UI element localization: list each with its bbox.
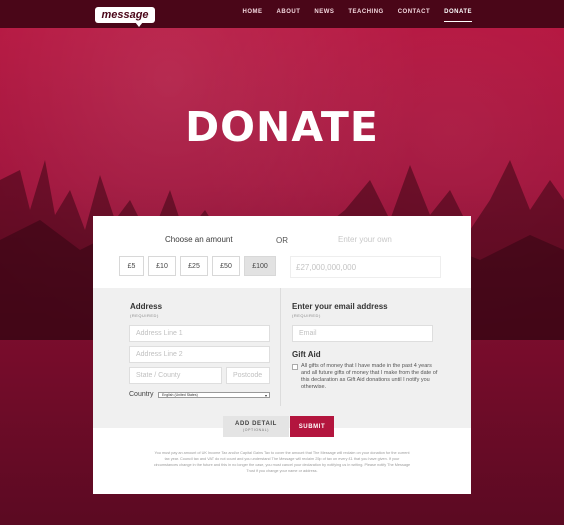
gift-aid-title: Gift Aid — [292, 350, 321, 359]
address-title: Address — [130, 302, 163, 311]
tax-disclaimer: You must pay an amount of UK Income Tax … — [153, 451, 411, 473]
address-required-note: (REQUIRED) — [130, 313, 159, 318]
add-detail-label: ADD DETAIL — [235, 421, 277, 427]
country-select[interactable]: English (United States) ▾ — [158, 392, 270, 398]
gift-aid-text: All gifts of money that I have made in t… — [301, 363, 438, 390]
main-nav: HOME ABOUT NEWS TEACHING CONTACT DONATE — [243, 9, 472, 22]
custom-amount-input[interactable]: £27,000,000,000 — [290, 256, 441, 278]
submit-label: SUBMIT — [298, 423, 326, 430]
amount-25-button[interactable]: £25 — [180, 256, 208, 276]
submit-button[interactable]: SUBMIT — [290, 416, 334, 437]
message-logo[interactable]: message — [95, 7, 155, 27]
page-title: DONATE — [185, 103, 379, 151]
country-value: English (United States) — [162, 393, 198, 397]
postcode-field[interactable]: Postcode — [226, 367, 270, 384]
email-title: Enter your email address — [292, 302, 388, 311]
address-line2-field[interactable]: Address Line 2 — [129, 346, 270, 363]
amount-section: Choose an amount OR Enter your own £5 £1… — [93, 216, 471, 288]
nav-teaching[interactable]: TEACHING — [348, 9, 383, 22]
amount-5-button[interactable]: £5 — [119, 256, 144, 276]
column-divider — [280, 288, 281, 406]
donation-card: Choose an amount OR Enter your own £5 £1… — [93, 216, 471, 494]
details-form: Address (REQUIRED) Address Line 1 Addres… — [93, 288, 471, 428]
amount-10-button[interactable]: £10 — [148, 256, 176, 276]
nav-donate[interactable]: DONATE — [444, 9, 472, 22]
dropdown-arrow-icon: ▾ — [264, 393, 267, 398]
enter-own-label: Enter your own — [338, 235, 392, 244]
state-county-field[interactable]: State / County — [129, 367, 222, 384]
nav-contact[interactable]: CONTACT — [398, 9, 430, 22]
add-detail-button[interactable]: ADD DETAIL (OPTIONAL) — [223, 416, 289, 437]
email-required-note: (REQUIRED) — [292, 313, 321, 318]
gift-aid-checkbox[interactable] — [292, 364, 298, 370]
email-field[interactable]: Email — [292, 325, 433, 342]
nav-home[interactable]: HOME — [243, 9, 263, 22]
amount-50-button[interactable]: £50 — [212, 256, 240, 276]
or-label: OR — [276, 236, 288, 245]
address-line1-field[interactable]: Address Line 1 — [129, 325, 270, 342]
choose-amount-label: Choose an amount — [165, 235, 233, 244]
country-label: Country — [129, 391, 154, 398]
nav-about[interactable]: ABOUT — [277, 9, 301, 22]
amount-options: £5 £10 £25 £50 £100 — [119, 256, 276, 276]
add-detail-optional-label: (OPTIONAL) — [242, 428, 270, 432]
nav-news[interactable]: NEWS — [314, 9, 334, 22]
amount-100-button[interactable]: £100 — [244, 256, 276, 276]
top-navigation-bar: message HOME ABOUT NEWS TEACHING CONTACT… — [0, 0, 564, 28]
